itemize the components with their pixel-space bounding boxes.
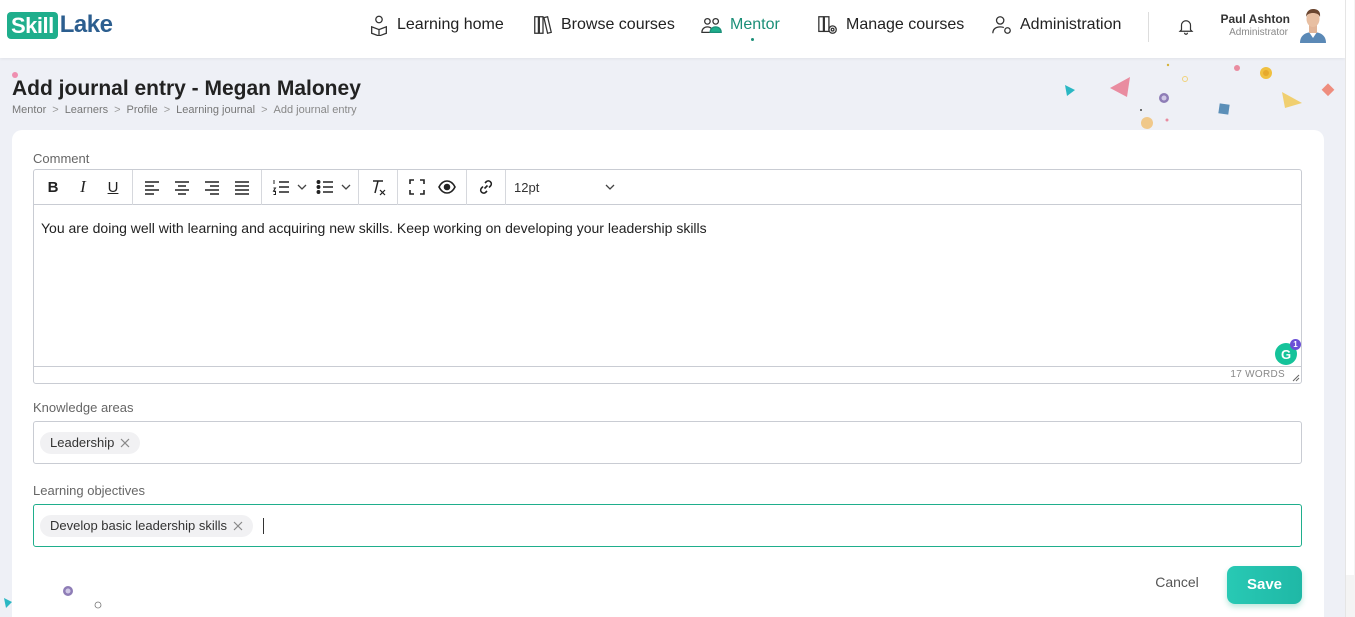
cancel-button[interactable]: Cancel [1146, 574, 1208, 590]
align-center-icon [175, 181, 189, 195]
user-name[interactable]: Paul Ashton [1210, 12, 1290, 26]
bold-button[interactable]: B [40, 174, 66, 200]
align-right-icon [205, 181, 219, 195]
insert-link-button[interactable] [473, 174, 499, 200]
breadcrumb: Mentor > Learners > Profile > Learning j… [12, 104, 357, 116]
grammarly-count-badge: 1 [1290, 339, 1301, 350]
breadcrumb-learners[interactable]: Learners [65, 104, 108, 116]
align-right-button[interactable] [199, 174, 225, 200]
scrollbar-thumb[interactable] [1346, 0, 1354, 575]
confetti-decoration [1065, 63, 1335, 129]
header-divider [1148, 12, 1149, 42]
format-group: B I U [34, 169, 133, 205]
grammarly-letter: G [1281, 347, 1292, 362]
clear-formatting-icon [373, 180, 386, 196]
preview-button[interactable] [434, 174, 460, 200]
active-nav-indicator [751, 38, 754, 41]
learning-objectives-input[interactable]: Develop basic leadership skills [33, 504, 1302, 547]
chevron-down-icon[interactable] [340, 181, 352, 193]
objective-tag-label: Develop basic leadership skills [50, 518, 228, 533]
bottom-confetti-decoration [4, 586, 102, 609]
nav-mentor[interactable]: Mentor [701, 13, 780, 37]
nav-administration[interactable]: Administration [991, 13, 1121, 37]
bullet-list-icon [312, 174, 338, 200]
fullscreen-icon [409, 179, 425, 195]
font-size-value: 12pt [514, 179, 540, 195]
avatar[interactable] [1296, 7, 1330, 43]
eye-icon [438, 180, 456, 194]
list-group [262, 169, 359, 205]
align-justify-button[interactable] [229, 174, 255, 200]
knowledge-areas-input[interactable]: Leadership [33, 421, 1302, 464]
breadcrumb-chevron-icon: > [114, 104, 121, 116]
admin-user-icon [992, 16, 1011, 34]
breadcrumb-learning-journal[interactable]: Learning journal [176, 104, 255, 116]
chevron-down-icon[interactable] [296, 181, 308, 193]
knowledge-areas-label: Knowledge areas [33, 400, 134, 415]
text-cursor [263, 517, 265, 534]
page-title: Add journal entry - Megan Maloney [12, 77, 361, 100]
italic-button[interactable]: I [70, 174, 96, 200]
font-size-select[interactable]: 12pt [506, 170, 624, 205]
breadcrumb-current: Add journal entry [273, 104, 357, 116]
resize-handle-icon[interactable] [1291, 373, 1300, 382]
nav-administration-label: Administration [1020, 16, 1122, 33]
knowledge-tag: Leadership [40, 431, 141, 454]
learning-home-icon [371, 15, 387, 36]
underline-button[interactable]: U [100, 174, 126, 200]
nav-manage-courses[interactable]: Manage courses [817, 13, 964, 37]
comment-rich-text-editor[interactable]: B I U 12pt You are doing well with learn… [33, 169, 1302, 384]
mentor-icon [701, 17, 722, 33]
user-role: Administrator [1229, 27, 1288, 38]
view-group [398, 169, 467, 205]
learning-objectives-label: Learning objectives [33, 483, 146, 498]
logo-skill-text: Skill [7, 11, 58, 39]
knowledge-tag-label: Leadership [50, 435, 115, 450]
logo-lake-text: Lake [59, 11, 113, 38]
numbered-list-button[interactable] [268, 174, 308, 200]
align-justify-icon [235, 181, 249, 195]
comment-label: Comment [33, 151, 90, 166]
manage-courses-icon [818, 16, 837, 34]
align-left-button[interactable] [139, 174, 165, 200]
remove-tag-icon[interactable] [233, 521, 243, 531]
editor-toolbar: B I U 12pt [34, 169, 1301, 205]
link-group [467, 169, 506, 205]
books-icon [534, 15, 553, 35]
fullscreen-button[interactable] [404, 174, 430, 200]
breadcrumb-chevron-icon: > [261, 104, 268, 116]
nav-browse-courses-label: Browse courses [561, 16, 675, 33]
bell-icon[interactable] [1177, 16, 1195, 36]
objective-tag: Develop basic leadership skills [40, 514, 254, 537]
breadcrumb-chevron-icon: > [163, 104, 171, 116]
breadcrumb-profile[interactable]: Profile [127, 104, 158, 116]
top-navigation-bar: Skill Lake Learning home Browse courses … [0, 0, 1345, 58]
align-center-button[interactable] [169, 174, 195, 200]
breadcrumb-chevron-icon: > [52, 104, 59, 116]
align-group [133, 169, 262, 205]
numbered-list-icon [268, 174, 294, 200]
nav-learning-home-label: Learning home [397, 16, 504, 33]
nav-mentor-label: Mentor [730, 16, 780, 33]
bullet-list-button[interactable] [312, 174, 352, 200]
nav-learning-home[interactable]: Learning home [368, 13, 504, 37]
clear-format-group [359, 169, 398, 205]
align-left-icon [145, 181, 159, 195]
link-icon [479, 180, 493, 194]
nav-manage-courses-label: Manage courses [846, 16, 965, 33]
clear-formatting-button[interactable] [365, 174, 391, 200]
skilllake-logo[interactable]: Skill Lake [7, 11, 113, 39]
remove-tag-icon[interactable] [120, 438, 130, 448]
comment-text[interactable]: You are doing well with learning and acq… [41, 220, 707, 236]
save-button[interactable]: Save [1227, 566, 1302, 604]
word-count: 17 WORDS [34, 366, 1301, 383]
nav-browse-courses[interactable]: Browse courses [532, 13, 675, 37]
chevron-down-icon [605, 184, 615, 190]
breadcrumb-mentor[interactable]: Mentor [12, 104, 46, 116]
